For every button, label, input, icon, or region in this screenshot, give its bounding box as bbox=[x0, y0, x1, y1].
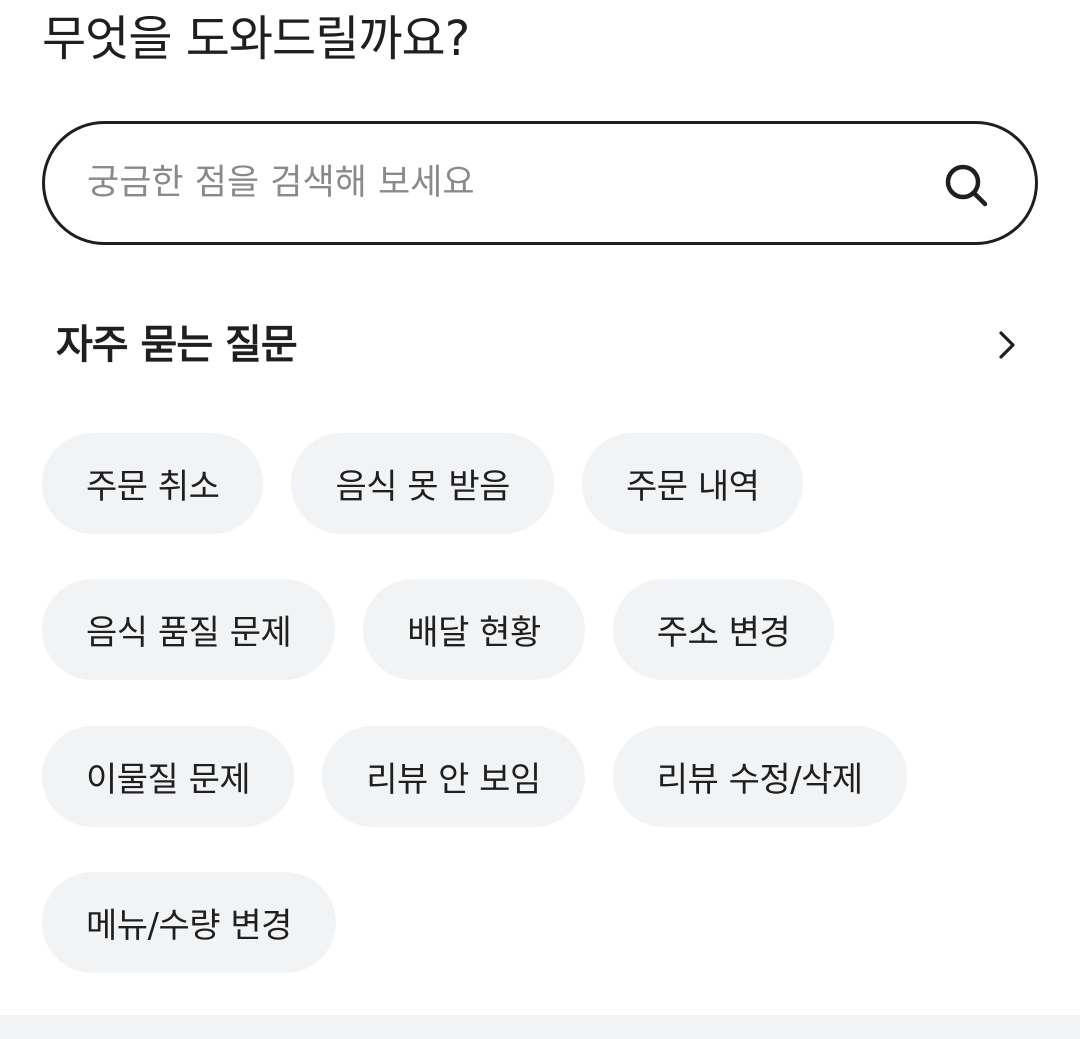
faq-chip-row: 메뉴/수량 변경 bbox=[42, 872, 336, 973]
faq-chip-review-hidden[interactable]: 리뷰 안 보임 bbox=[322, 726, 585, 827]
faq-chip-food-not-received[interactable]: 음식 못 받음 bbox=[291, 433, 554, 534]
faq-chip-row: 음식 품질 문제 배달 현황 주소 변경 bbox=[42, 579, 835, 680]
faq-chip-menu-quantity-change[interactable]: 메뉴/수량 변경 bbox=[42, 872, 336, 973]
faq-chip-row: 이물질 문제 리뷰 안 보임 리뷰 수정/삭제 bbox=[42, 726, 907, 827]
faq-chip-delivery-status[interactable]: 배달 현황 bbox=[363, 579, 585, 680]
page-title: 무엇을 도와드릴까요? bbox=[42, 11, 470, 67]
search-icon[interactable] bbox=[943, 162, 989, 208]
section-divider bbox=[0, 1015, 1080, 1039]
faq-title: 자주 묻는 질문 bbox=[56, 322, 298, 368]
search-bar[interactable] bbox=[42, 121, 1038, 245]
faq-chip-order-cancel[interactable]: 주문 취소 bbox=[42, 433, 264, 534]
faq-chip-address-change[interactable]: 주소 변경 bbox=[612, 579, 835, 680]
faq-chip-row: 주문 취소 음식 못 받음 주문 내역 bbox=[42, 433, 804, 534]
faq-chip-review-edit-delete[interactable]: 리뷰 수정/삭제 bbox=[612, 726, 907, 827]
faq-chip-food-quality[interactable]: 음식 품질 문제 bbox=[42, 579, 336, 680]
faq-header[interactable]: 자주 묻는 질문 bbox=[56, 312, 1026, 378]
chevron-right-icon[interactable] bbox=[992, 330, 1022, 360]
faq-chip-order-history[interactable]: 주문 내역 bbox=[581, 433, 804, 534]
search-input[interactable] bbox=[87, 124, 907, 242]
faq-chip-foreign-object[interactable]: 이물질 문제 bbox=[42, 726, 295, 827]
